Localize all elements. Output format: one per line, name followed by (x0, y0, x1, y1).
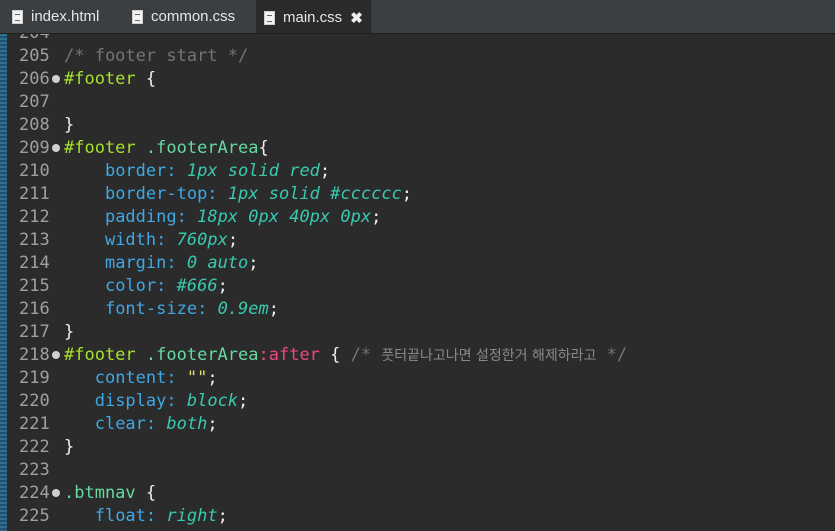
code-text: #footer { (64, 69, 157, 89)
line-number: 220 (19, 391, 50, 411)
code-text: #footer .footerArea:after { /* 풋터끝나고나면 설… (64, 345, 628, 365)
code-text: } (64, 115, 75, 135)
line-number: 219 (19, 368, 50, 388)
code-text: color: #666; (104, 276, 228, 296)
code-text: clear: both; (94, 414, 218, 434)
line-number: 213 (19, 230, 50, 250)
file-icon (264, 10, 275, 25)
overview-ruler (0, 34, 7, 531)
line-number: 216 (19, 299, 50, 319)
line-number: 205 (19, 46, 50, 66)
line-number: 211 (19, 184, 50, 204)
code-text: border: 1px solid red; (104, 161, 331, 181)
tab-main-css[interactable]: main.css ✖ (256, 0, 371, 33)
code-text: display: block; (94, 391, 249, 411)
tab-label: common.css (151, 8, 236, 25)
line-number: 207 (19, 92, 50, 112)
line-number: 225 (19, 506, 50, 526)
line-number: 217 (19, 322, 50, 342)
fold-marker-icon[interactable] (52, 75, 60, 83)
fold-marker-icon[interactable] (52, 351, 60, 359)
code-text: padding: 18px 0px 40px 0px; (104, 207, 382, 227)
file-icon (12, 9, 23, 24)
tab-label: main.css (283, 9, 343, 26)
code-text: width: 760px; (104, 230, 239, 250)
line-number: 222 (19, 437, 50, 457)
code-text: /* footer start */ (64, 46, 249, 66)
line-number: 210 (19, 161, 50, 181)
code-text: #footer .footerArea{ (64, 138, 269, 158)
line-number: 215 (19, 276, 50, 296)
line-number: 214 (19, 253, 50, 273)
code-text: margin: 0 auto; (104, 253, 259, 273)
tab-common-css[interactable]: common.css (132, 0, 235, 33)
close-icon[interactable]: ✖ (350, 9, 363, 27)
tab-bar: index.html common.css main.css ✖ (0, 0, 835, 34)
code-text: .btmnav { (64, 483, 157, 503)
code-text: float: right; (94, 506, 228, 526)
code-text: font-size: 0.9em; (104, 299, 279, 319)
file-icon (132, 9, 143, 24)
code-text: } (64, 437, 75, 457)
line-number: 221 (19, 414, 50, 434)
line-number: 223 (19, 460, 50, 480)
code-text: } (64, 322, 75, 342)
code-text: content: ""; (94, 368, 218, 388)
line-number: 204 (19, 34, 63, 45)
tab-label: index.html (31, 8, 100, 25)
tab-index-html[interactable]: index.html (12, 0, 99, 33)
code-text: border-top: 1px solid #cccccc; (104, 184, 413, 204)
code-editor[interactable]: 204205/* footer start */206#footer {2072… (0, 34, 835, 531)
line-number: 212 (19, 207, 50, 227)
line-number: 208 (19, 115, 50, 135)
fold-marker-icon[interactable] (52, 144, 60, 152)
fold-marker-icon[interactable] (52, 489, 60, 497)
